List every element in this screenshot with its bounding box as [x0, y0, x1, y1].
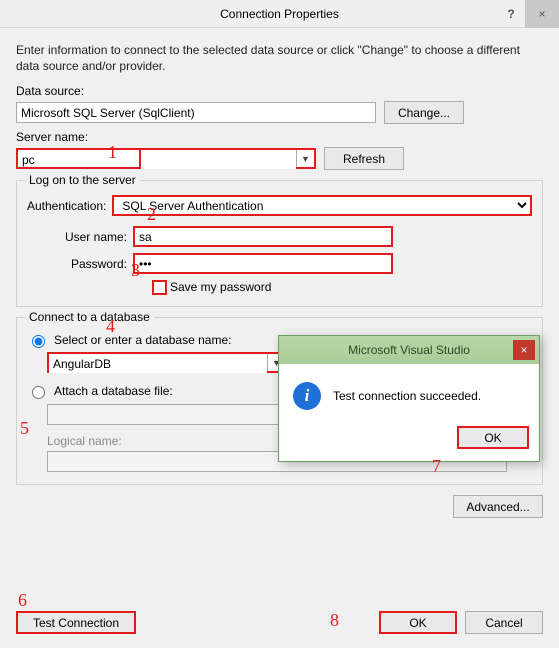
- save-password-label: Save my password: [170, 280, 271, 294]
- chevron-down-icon[interactable]: ▼: [296, 150, 314, 167]
- close-button[interactable]: ×: [525, 0, 559, 28]
- message-dialog: Microsoft Visual Studio × i Test connect…: [278, 335, 540, 462]
- message-text: Test connection succeeded.: [333, 389, 481, 403]
- attach-db-label: Attach a database file:: [54, 384, 173, 398]
- window-title: Connection Properties: [220, 7, 339, 21]
- info-icon: i: [293, 382, 321, 410]
- save-password-checkbox[interactable]: [153, 281, 166, 294]
- advanced-button[interactable]: Advanced...: [453, 495, 543, 518]
- data-source-field: [16, 102, 376, 123]
- server-name-combo[interactable]: ▼: [16, 148, 316, 169]
- titlebar: Connection Properties ? ×: [0, 0, 559, 28]
- ok-button[interactable]: OK: [379, 611, 457, 634]
- logon-group: Log on to the server Authentication: SQL…: [16, 180, 543, 307]
- database-group-title: Connect to a database: [25, 310, 154, 324]
- select-db-radio[interactable]: [32, 335, 45, 348]
- message-dialog-title: Microsoft Visual Studio: [348, 343, 470, 357]
- data-source-label: Data source:: [16, 84, 543, 98]
- message-dialog-titlebar: Microsoft Visual Studio ×: [279, 336, 539, 364]
- message-close-button[interactable]: ×: [513, 340, 535, 360]
- attach-db-radio[interactable]: [32, 386, 45, 399]
- username-input[interactable]: [133, 226, 393, 247]
- logon-group-title: Log on to the server: [25, 173, 140, 187]
- database-name-input[interactable]: [49, 354, 267, 373]
- bottom-bar: Test Connection OK Cancel: [0, 601, 559, 648]
- username-label: User name:: [47, 230, 127, 244]
- intro-text: Enter information to connect to the sele…: [16, 42, 543, 74]
- refresh-button[interactable]: Refresh: [324, 147, 404, 170]
- change-button[interactable]: Change...: [384, 101, 464, 124]
- server-name-label: Server name:: [16, 130, 543, 144]
- select-db-label: Select or enter a database name:: [54, 333, 231, 347]
- authentication-select[interactable]: SQL Server Authentication: [112, 195, 532, 216]
- test-connection-button[interactable]: Test Connection: [16, 611, 136, 634]
- message-ok-button[interactable]: OK: [457, 426, 529, 449]
- password-input[interactable]: [133, 253, 393, 274]
- server-name-input[interactable]: [18, 150, 296, 169]
- password-label: Password:: [47, 257, 127, 271]
- cancel-button[interactable]: Cancel: [465, 611, 543, 634]
- help-button[interactable]: ?: [497, 0, 525, 28]
- database-name-combo[interactable]: ▼: [47, 352, 287, 373]
- authentication-label: Authentication:: [27, 199, 106, 213]
